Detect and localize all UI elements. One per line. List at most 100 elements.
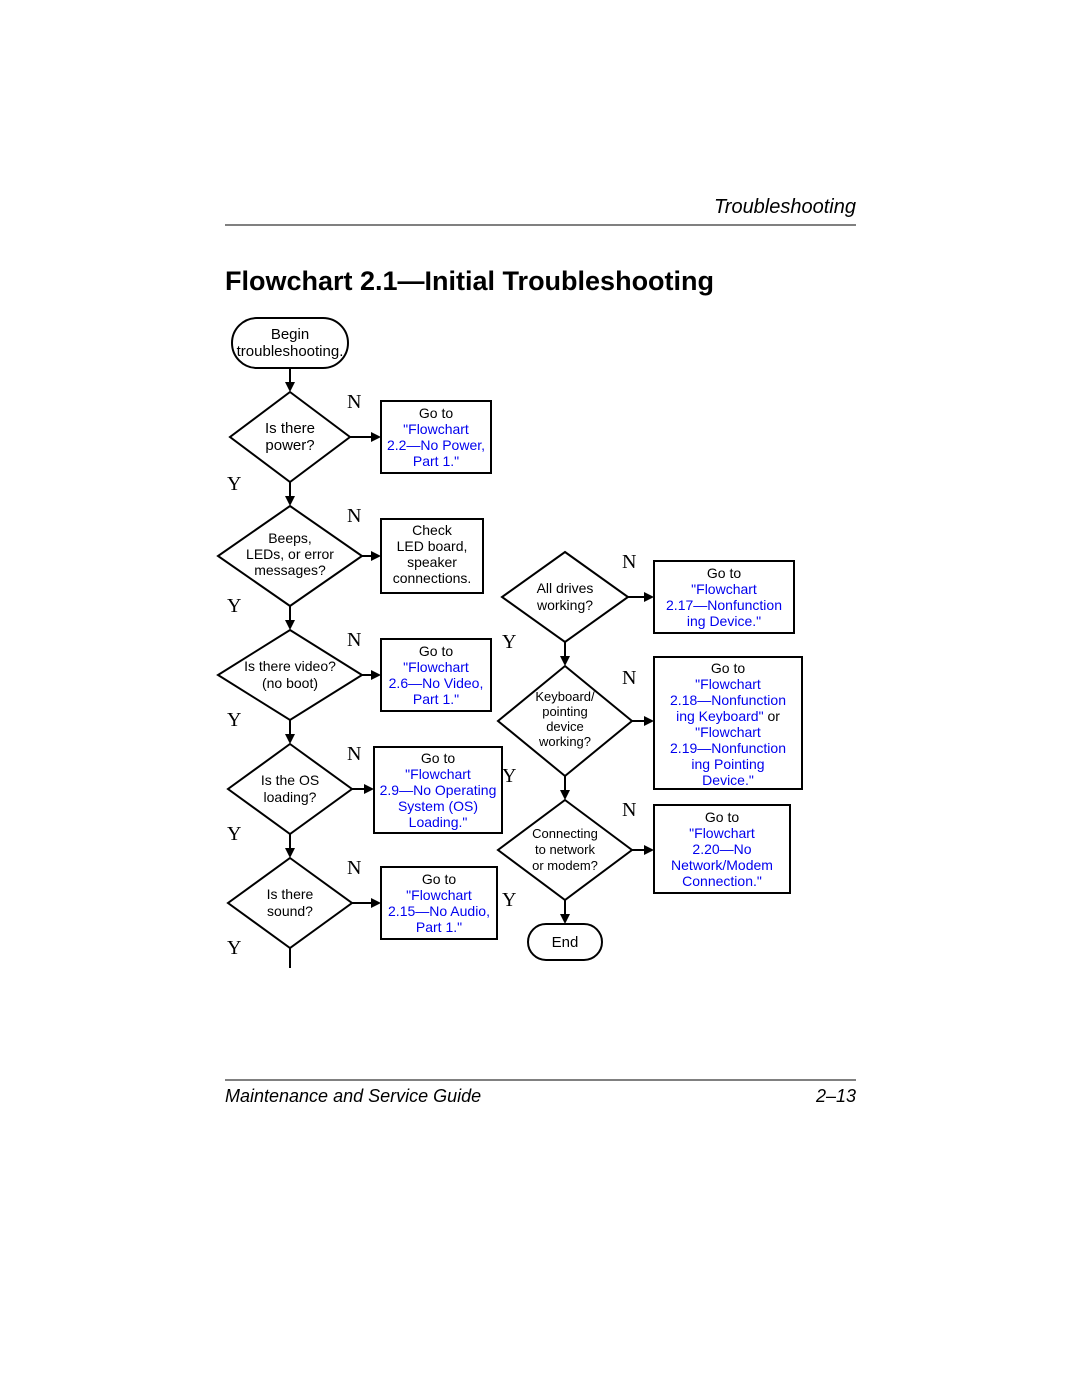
- node-end: End: [528, 924, 602, 960]
- sound-no-label: N: [347, 857, 361, 879]
- node-power: Is there power?: [230, 392, 350, 482]
- node-drives: All drives working?: [502, 552, 628, 642]
- net-yes-label: Y: [502, 889, 516, 911]
- net-l2: to network: [535, 842, 595, 857]
- box-drives-l3: ing Device.": [687, 613, 761, 629]
- kbd-l3: device: [546, 719, 584, 734]
- node-os: Is the OS loading?: [228, 744, 352, 834]
- box-power-l1: "Flowchart: [403, 421, 469, 437]
- drives-l1: All drives: [537, 580, 594, 596]
- beeps-l3: messages?: [254, 562, 326, 578]
- box-kbd-l3: ing Keyboard": [676, 708, 764, 724]
- kbd-yes-label: Y: [502, 765, 516, 787]
- node-video: Is there video? (no boot): [218, 630, 362, 720]
- beeps-yes-label: Y: [227, 595, 241, 617]
- net-l1: Connecting: [532, 826, 598, 841]
- box-drives-pre: Go to: [707, 565, 741, 581]
- box-os-pre: Go to: [421, 750, 455, 766]
- node-sound: Is there sound?: [228, 858, 352, 948]
- node-begin: Begin troubleshooting.: [232, 318, 348, 368]
- kbd-l4: working?: [538, 734, 591, 749]
- power-yes-label: Y: [227, 473, 241, 495]
- box-net-l4: Connection.": [682, 873, 762, 889]
- net-no-label: N: [622, 799, 636, 821]
- box-power-l2: 2.2—No Power,: [387, 437, 485, 453]
- sound-yes-label: Y: [227, 937, 241, 959]
- box-drives-l2: 2.17—Nonfunction: [666, 597, 782, 613]
- drives-no-label: N: [622, 551, 636, 573]
- beeps-no-label: N: [347, 505, 361, 527]
- node-beeps: Beeps, LEDs, or error messages?: [218, 506, 362, 606]
- footer-left: Maintenance and Service Guide: [225, 1086, 481, 1106]
- box-net-l1: "Flowchart: [689, 825, 755, 841]
- sound-l2: sound?: [267, 903, 313, 919]
- node-net: Connecting to network or modem?: [498, 800, 632, 900]
- power-line1: Is there: [265, 420, 315, 437]
- box-net-l2: 2.20—No: [692, 841, 751, 857]
- box-kbd-pre: Go to: [711, 660, 745, 676]
- box-beeps-l3: speaker: [407, 554, 457, 570]
- beeps-l2: LEDs, or error: [246, 546, 334, 562]
- box-sound-pre: Go to: [422, 871, 456, 887]
- begin-line2: troubleshooting.: [237, 343, 344, 360]
- box-os-l3: System (OS): [398, 798, 478, 814]
- os-yes-label: Y: [227, 823, 241, 845]
- box-net[interactable]: Go to "Flowchart 2.20—No Network/Modem C…: [654, 805, 790, 893]
- box-video-pre: Go to: [419, 643, 453, 659]
- box-drives-l1: "Flowchart: [691, 581, 757, 597]
- box-video-l2: 2.6—No Video,: [389, 675, 484, 691]
- box-os[interactable]: Go to "Flowchart 2.9—No Operating System…: [374, 747, 502, 833]
- box-sound-l1: "Flowchart: [406, 887, 472, 903]
- section-header: Troubleshooting: [714, 196, 856, 218]
- box-kbd-l6: ing Pointing: [691, 756, 764, 772]
- box-beeps: Check LED board, speaker connections.: [381, 519, 483, 593]
- kbd-no-label: N: [622, 667, 636, 689]
- os-no-label: N: [347, 743, 361, 765]
- video-l2: (no boot): [262, 675, 318, 691]
- box-kbd-l7: Device.": [702, 772, 754, 788]
- box-video-l1: "Flowchart: [403, 659, 469, 675]
- box-sound-l3: Part 1.": [416, 919, 462, 935]
- video-no-label: N: [347, 629, 361, 651]
- end-l1: End: [552, 934, 579, 951]
- box-kbd-l5: 2.19—Nonfunction: [670, 740, 786, 756]
- box-kbd-l3row: ing Keyboard" or: [676, 708, 780, 724]
- box-kbd-post: or: [764, 708, 781, 724]
- node-kbd: Keyboard/ pointing device working?: [498, 666, 632, 776]
- os-l2: loading?: [264, 789, 317, 805]
- box-power-pre: Go to: [419, 405, 453, 421]
- beeps-l1: Beeps,: [268, 530, 312, 546]
- begin-line1: Begin: [271, 326, 309, 343]
- box-beeps-l4: connections.: [393, 570, 472, 586]
- kbd-l2: pointing: [542, 704, 588, 719]
- os-l1: Is the OS: [261, 772, 319, 788]
- video-l1: Is there video?: [244, 658, 336, 674]
- box-sound[interactable]: Go to "Flowchart 2.15—No Audio, Part 1.": [381, 867, 497, 939]
- box-beeps-l2: LED board,: [397, 538, 468, 554]
- footer-right: 2–13: [815, 1086, 856, 1106]
- box-kbd-l2: 2.18—Nonfunction: [670, 692, 786, 708]
- drives-yes-label: Y: [502, 631, 516, 653]
- box-video-l3: Part 1.": [413, 691, 459, 707]
- box-os-l1: "Flowchart: [405, 766, 471, 782]
- box-beeps-l1: Check: [412, 522, 453, 538]
- drives-l2: working?: [536, 597, 593, 613]
- video-yes-label: Y: [227, 709, 241, 731]
- box-kbd[interactable]: Go to "Flowchart 2.18—Nonfunction ing Ke…: [654, 657, 802, 789]
- box-video[interactable]: Go to "Flowchart 2.6—No Video, Part 1.": [381, 639, 491, 711]
- sound-l1: Is there: [267, 886, 314, 902]
- power-line2: power?: [265, 437, 314, 454]
- kbd-l1: Keyboard/: [535, 689, 595, 704]
- power-no-label: N: [347, 391, 361, 413]
- box-kbd-l4: "Flowchart: [695, 724, 761, 740]
- page-title: Flowchart 2.1—Initial Troubleshooting: [225, 266, 714, 296]
- box-drives[interactable]: Go to "Flowchart 2.17—Nonfunction ing De…: [654, 561, 794, 633]
- box-net-pre: Go to: [705, 809, 739, 825]
- box-power[interactable]: Go to "Flowchart 2.2—No Power, Part 1.": [381, 401, 491, 473]
- box-sound-l2: 2.15—No Audio,: [388, 903, 490, 919]
- net-l3: or modem?: [532, 858, 598, 873]
- box-power-l3: Part 1.": [413, 453, 459, 469]
- box-os-l4: Loading.": [409, 814, 468, 830]
- box-os-l2: 2.9—No Operating: [380, 782, 497, 798]
- box-kbd-l1: "Flowchart: [695, 676, 761, 692]
